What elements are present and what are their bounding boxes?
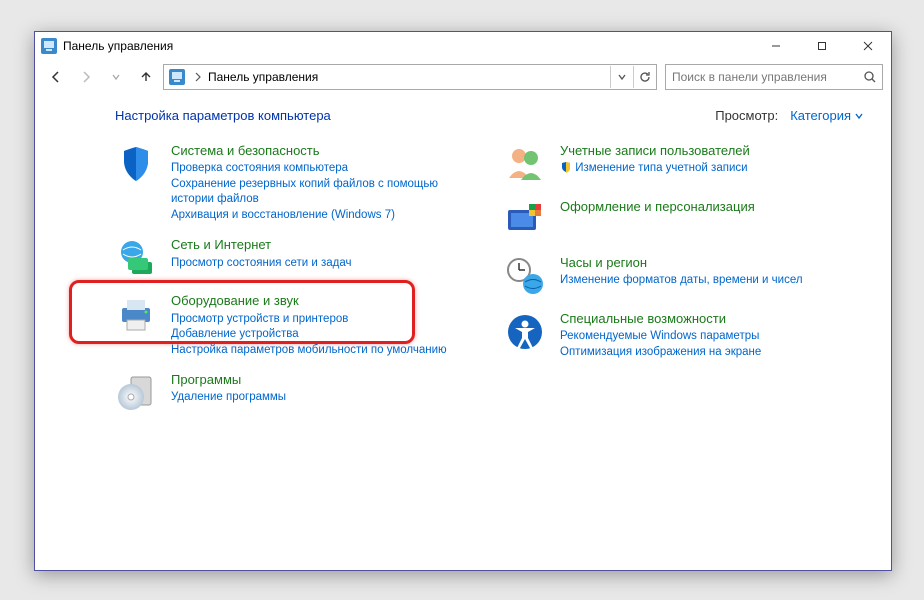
category-appearance: Оформление и персонализация [504,199,863,241]
category-title[interactable]: Специальные возможности [560,311,863,327]
control-panel-icon [41,38,57,54]
category-clock: Часы и регион Изменение форматов даты, в… [504,255,863,297]
window-title: Панель управления [63,39,173,53]
address-bar[interactable]: Панель управления [163,64,657,90]
category-title[interactable]: Система и безопасность [171,143,474,159]
page-header: Настройка параметров компьютера Просмотр… [115,108,863,123]
shield-icon [115,143,157,185]
clock-globe-icon [504,255,546,297]
category-hardware: Оборудование и звук Просмотр устройств и… [115,293,474,358]
maximize-button[interactable] [799,32,845,60]
category-link[interactable]: Просмотр устройств и принтеров [171,312,474,328]
category-link[interactable]: Просмотр состояния сети и задач [171,256,474,272]
content-area: Настройка параметров компьютера Просмотр… [35,94,891,570]
category-link[interactable]: Удаление программы [171,390,474,406]
titlebar: Панель управления [35,32,891,60]
window-controls [753,32,891,60]
category-link[interactable]: Сохранение резервных копий файлов с помо… [171,177,474,208]
category-title[interactable]: Часы и регион [560,255,863,271]
search-icon[interactable] [858,70,882,84]
category-system: Система и безопасность Проверка состояни… [115,143,474,223]
view-dropdown[interactable]: Категория [790,108,863,123]
category-title[interactable]: Оборудование и звук [171,293,474,309]
people-icon [504,143,546,185]
monitor-pixels-icon [504,199,546,241]
chevron-right-icon[interactable] [190,72,206,82]
category-title[interactable]: Оформление и персонализация [560,199,863,215]
up-button[interactable] [133,64,159,90]
minimize-button[interactable] [753,32,799,60]
category-network: Сеть и Интернет Просмотр состояния сети … [115,237,474,279]
category-title[interactable]: Сеть и Интернет [171,237,474,253]
accessibility-icon [504,311,546,353]
refresh-button[interactable] [633,66,656,88]
category-link[interactable]: Проверка состояния компьютера [171,161,474,177]
printer-icon [115,293,157,335]
category-link[interactable]: Добавление устройства [171,327,474,343]
category-link[interactable]: Изменение типа учетной записи [560,161,863,177]
recent-locations-button[interactable] [103,64,129,90]
view-label: Просмотр: [715,108,778,123]
forward-button[interactable] [73,64,99,90]
breadcrumb[interactable]: Панель управления [206,70,318,84]
control-panel-icon [166,66,188,88]
category-link[interactable]: Изменение форматов даты, времени и чисел [560,273,863,289]
category-title[interactable]: Программы [171,372,474,388]
disc-box-icon [115,372,157,414]
close-button[interactable] [845,32,891,60]
address-dropdown-button[interactable] [610,66,633,88]
search-box[interactable] [665,64,883,90]
category-accounts: Учетные записи пользователей Изменение т… [504,143,863,185]
navigation-bar: Панель управления [35,60,891,94]
control-panel-window: Панель управления Панель управления [34,31,892,571]
category-ease: Специальные возможности Рекомендуемые Wi… [504,311,863,360]
search-input[interactable] [666,70,858,84]
page-title: Настройка параметров компьютера [115,108,331,123]
category-link[interactable]: Рекомендуемые Windows параметры [560,329,863,345]
category-link[interactable]: Оптимизация изображения на экране [560,345,863,361]
category-title[interactable]: Учетные записи пользователей [560,143,863,159]
category-programs: Программы Удаление программы [115,372,474,414]
globe-network-icon [115,237,157,279]
left-column: Система и безопасность Проверка состояни… [115,143,474,428]
category-link[interactable]: Архивация и восстановление (Windows 7) [171,208,474,224]
category-link[interactable]: Настройка параметров мобильности по умол… [171,343,474,359]
back-button[interactable] [43,64,69,90]
right-column: Учетные записи пользователей Изменение т… [504,143,863,428]
